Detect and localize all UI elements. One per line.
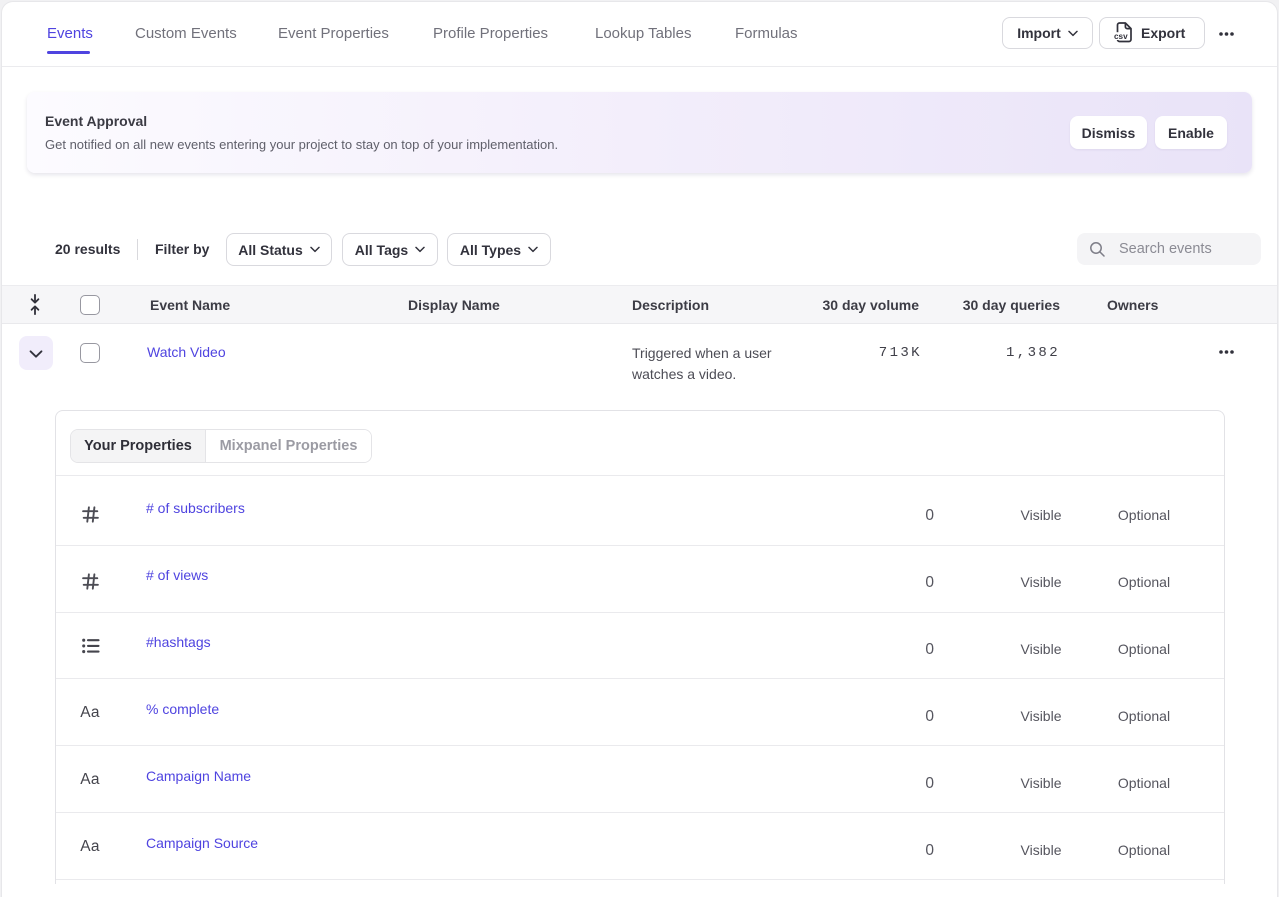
svg-text:csv: csv xyxy=(1114,32,1128,41)
